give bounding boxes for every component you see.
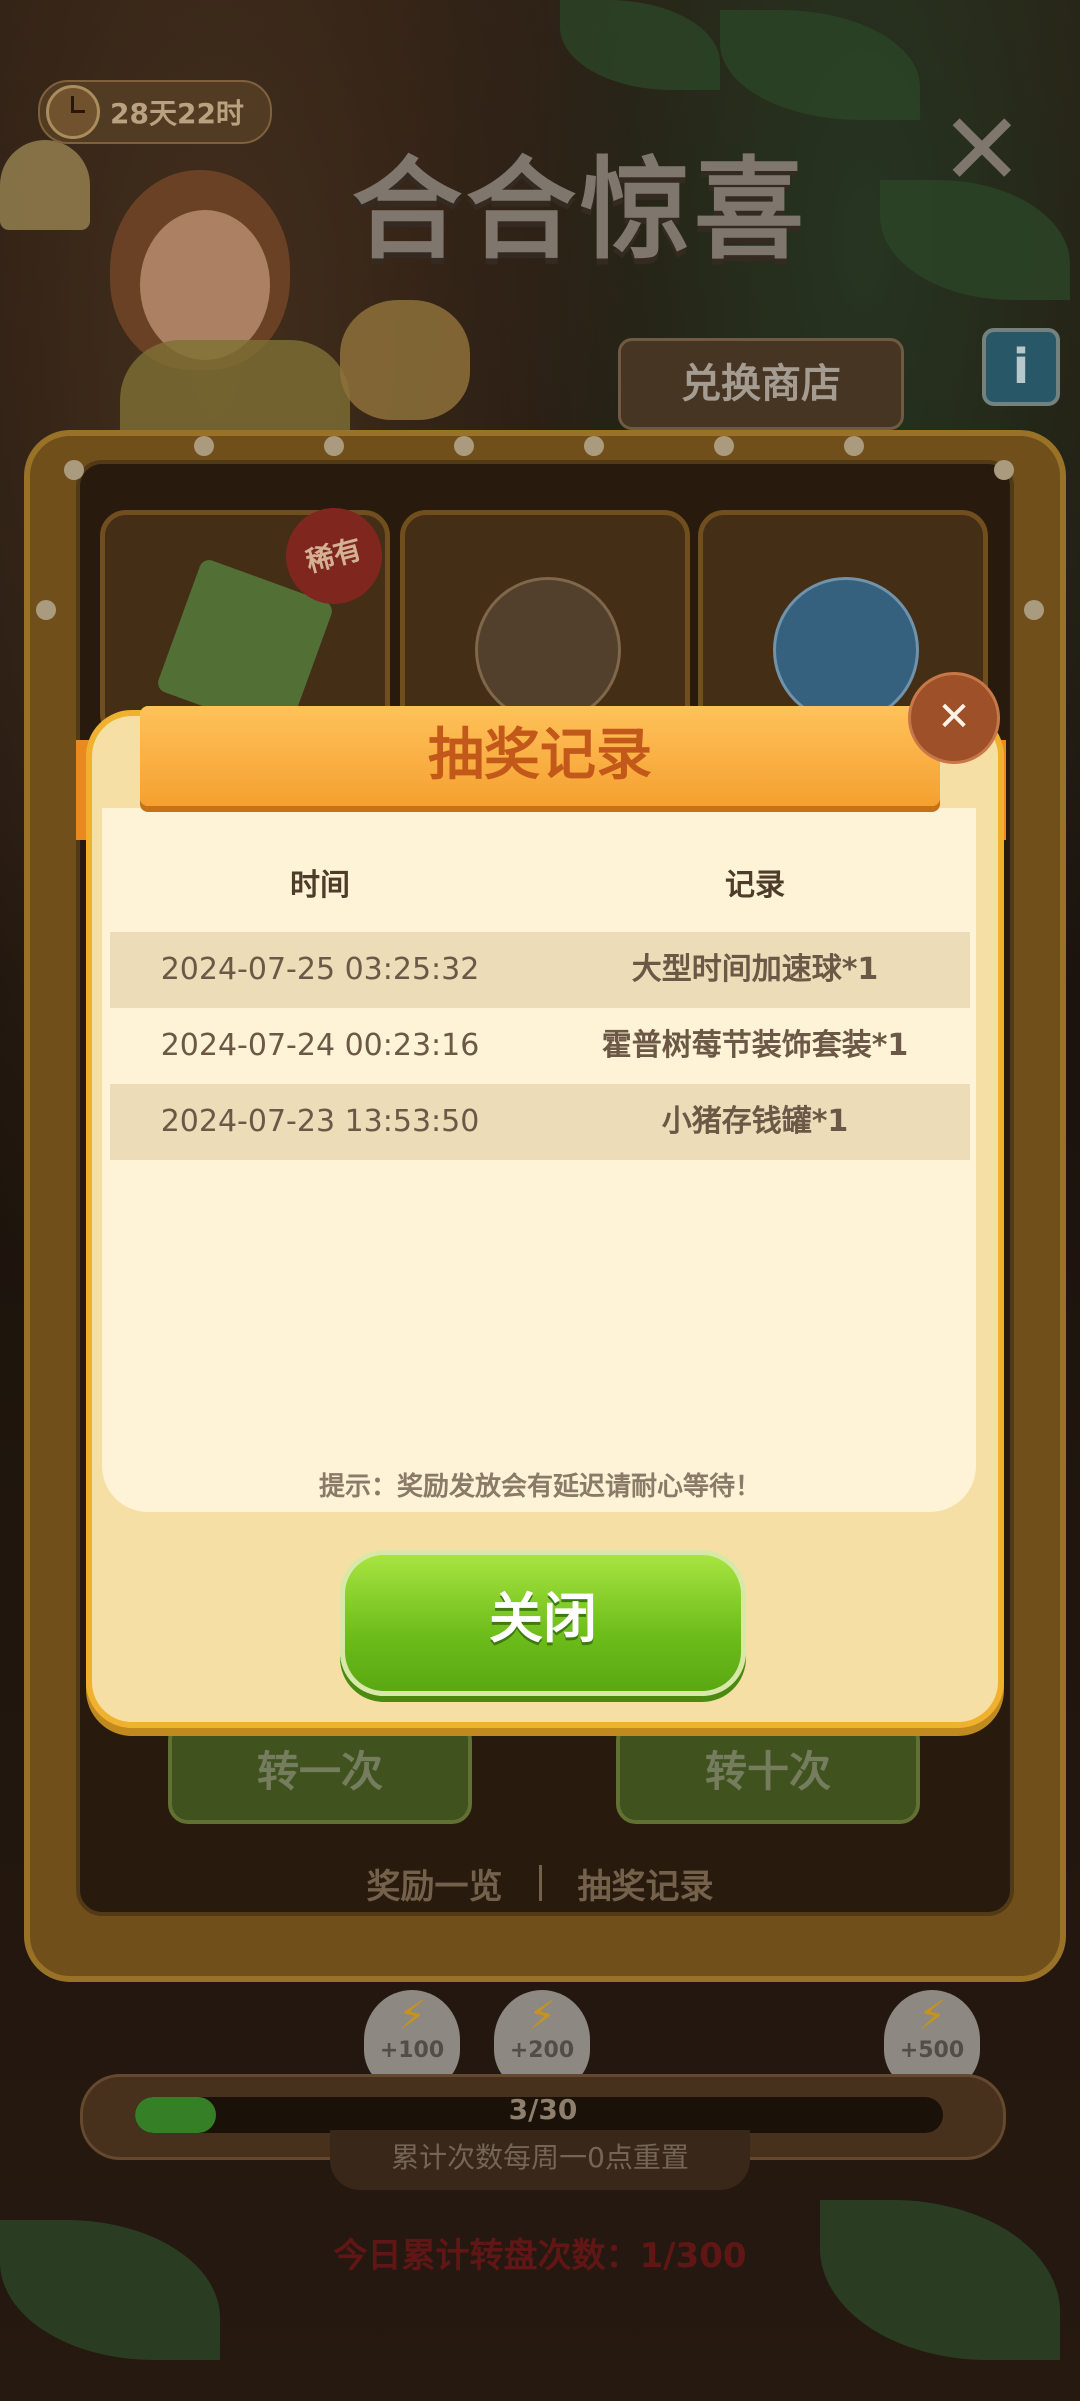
row-time: 2024-07-24 00:23:16: [160, 1028, 480, 1063]
row-record: 小猪存钱罐*1: [661, 1104, 849, 1139]
col-header-record: 记录: [725, 868, 785, 903]
modal-title: 抽奖记录: [428, 723, 652, 788]
records-table-header: 时间 记录: [110, 860, 970, 910]
close-button[interactable]: 关闭: [340, 1550, 746, 1696]
close-icon[interactable]: ✕: [908, 672, 1000, 764]
records-table: 2024-07-25 03:25:32 大型时间加速球*1 2024-07-24…: [110, 932, 970, 1160]
table-row: 2024-07-23 13:53:50 小猪存钱罐*1: [110, 1084, 970, 1160]
row-record: 大型时间加速球*1: [631, 952, 879, 987]
row-record: 霍普树莓节装饰套装*1: [601, 1028, 909, 1063]
records-panel: [102, 808, 976, 1512]
delay-tip: 提示：奖励发放会有延迟请耐心等待！: [318, 1472, 761, 1502]
row-time: 2024-07-25 03:25:32: [160, 952, 480, 987]
table-row: 2024-07-25 03:25:32 大型时间加速球*1: [110, 932, 970, 1008]
row-time: 2024-07-23 13:53:50: [160, 1104, 480, 1139]
table-row: 2024-07-24 00:23:16 霍普树莓节装饰套装*1: [110, 1008, 970, 1084]
col-header-time: 时间: [290, 868, 350, 903]
